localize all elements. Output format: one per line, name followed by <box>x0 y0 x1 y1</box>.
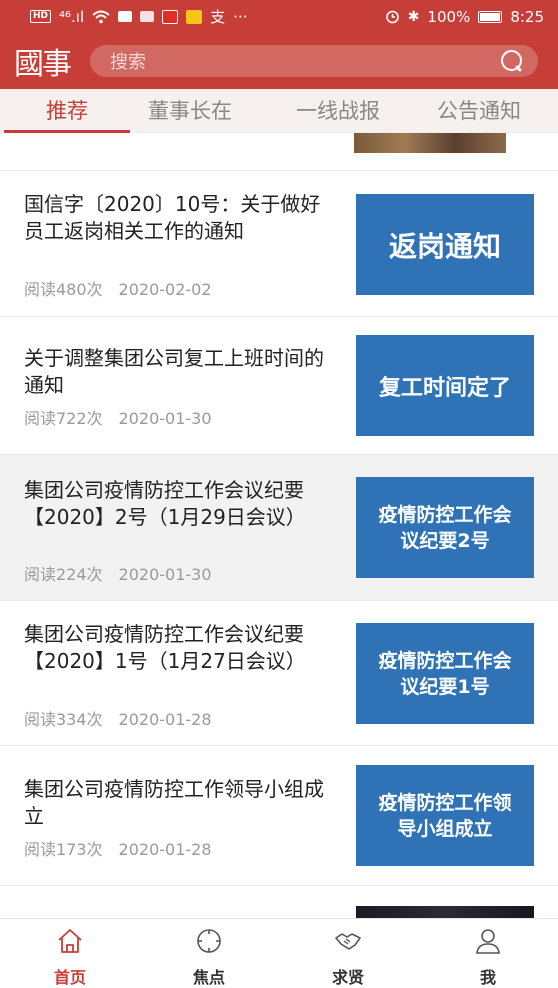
tab-recommend[interactable]: 推荐 <box>4 89 130 133</box>
app-logo: 國事 <box>14 47 72 82</box>
tab-announcements[interactable]: 公告通知 <box>437 89 521 133</box>
list-item[interactable]: 集团公司疫情防控工作领导小组成立 阅读173次 2020-01-28 疫情防控工作… <box>0 746 558 886</box>
alipay-icon: 支 <box>210 8 226 26</box>
article-meta: 阅读722次 2020-01-30 <box>24 405 212 429</box>
nav-label: 焦点 <box>192 968 225 987</box>
search-input[interactable]: 搜索 <box>110 48 146 74</box>
read-count: 阅读480次 <box>24 280 103 299</box>
article-meta: 阅读173次 2020-01-28 <box>24 836 212 860</box>
list-item[interactable]: 国信字〔2020〕10号：关于做好员工返岗相关工作的通知 阅读480次 2020-… <box>0 171 558 317</box>
publish-date: 2020-01-28 <box>118 710 212 729</box>
taobao-icon <box>140 11 155 22</box>
briefcase-icon <box>118 11 133 22</box>
publish-date: 2020-02-02 <box>118 280 212 299</box>
focus-icon <box>197 929 221 953</box>
read-count: 阅读224次 <box>24 565 103 584</box>
app-notification-icon <box>162 9 179 24</box>
nav-label: 首页 <box>53 968 86 987</box>
app-header: 國事 搜索 <box>0 33 558 89</box>
nav-focus[interactable]: 焦点 <box>169 919 249 987</box>
hd-icon: HD <box>30 10 52 23</box>
signal-indicator: ⁴⁶.ıl <box>59 7 85 26</box>
article-meta: 阅读480次 2020-02-02 <box>24 276 212 300</box>
publish-date: 2020-01-30 <box>118 565 212 584</box>
read-count: 阅读722次 <box>24 409 103 428</box>
search-icon[interactable] <box>500 49 524 73</box>
article-thumbnail <box>354 133 506 153</box>
article-title: 集团公司疫情防控工作领导小组成立 <box>24 777 324 828</box>
list-item[interactable]: 集团公司疫情防控工作会议纪要【2020】2号（1月29日会议） 阅读224次 20… <box>0 455 558 601</box>
read-count: 阅读334次 <box>24 710 103 729</box>
list-item-partial[interactable] <box>0 886 558 918</box>
article-title: 国信字〔2020〕10号：关于做好员工返岗相关工作的通知 <box>24 192 321 243</box>
list-item-partial[interactable] <box>0 133 558 171</box>
category-tabs: 推荐 董事长在 一线战报 公告通知 <box>0 89 558 133</box>
battery-percent: 100% <box>427 7 471 26</box>
article-meta: 阅读334次 2020-01-28 <box>24 706 212 730</box>
tab-frontline[interactable]: 一线战报 <box>296 89 380 133</box>
bluetooth-icon: ✱ <box>407 8 420 25</box>
article-thumbnail: 疫情防控工作领导小组成立 <box>356 765 534 866</box>
article-thumbnail: 返岗通知 <box>356 194 534 295</box>
handshake-icon <box>335 933 361 950</box>
article-thumbnail <box>356 906 534 918</box>
home-icon <box>58 929 82 953</box>
user-icon <box>476 929 500 954</box>
article-title: 关于调整集团公司复工上班时间的通知 <box>24 346 324 397</box>
tab-chairman[interactable]: 董事长在 <box>148 89 232 133</box>
mail-notification-icon <box>186 9 203 24</box>
battery-icon <box>478 10 503 23</box>
status-left: HD ⁴⁶.ıl 支 ··· <box>30 6 247 27</box>
alarm-icon <box>385 10 399 24</box>
nav-home[interactable]: 首页 <box>30 919 110 987</box>
nav-label: 求贤 <box>331 968 364 987</box>
nav-me[interactable]: 我 <box>448 919 528 987</box>
publish-date: 2020-01-28 <box>118 840 212 859</box>
nav-label: 我 <box>479 968 496 987</box>
article-list: 国信字〔2020〕10号：关于做好员工返岗相关工作的通知 阅读480次 2020-… <box>0 133 558 918</box>
list-item[interactable]: 关于调整集团公司复工上班时间的通知 阅读722次 2020-01-30 复工时间定… <box>0 317 558 455</box>
bottom-navigation: 首页 焦点 求贤 我 <box>0 918 558 987</box>
publish-date: 2020-01-30 <box>118 409 212 428</box>
clock: 8:25 <box>510 7 544 26</box>
article-thumbnail: 疫情防控工作会议纪要1号 <box>356 623 534 724</box>
nav-recruit[interactable]: 求贤 <box>308 919 388 987</box>
search-bar[interactable]: 搜索 <box>90 45 538 77</box>
article-title: 集团公司疫情防控工作会议纪要【2020】2号（1月29日会议） <box>24 478 306 529</box>
article-title: 集团公司疫情防控工作会议纪要【2020】1号（1月27日会议） <box>24 622 306 673</box>
article-thumbnail: 复工时间定了 <box>356 335 534 436</box>
read-count: 阅读173次 <box>24 840 103 859</box>
status-bar: HD ⁴⁶.ıl 支 ··· ✱ 100% 8:25 <box>0 0 558 33</box>
status-right: ✱ 100% 8:25 <box>385 8 544 26</box>
article-thumbnail: 疫情防控工作会议纪要2号 <box>356 477 534 578</box>
more-notifications-icon: ··· <box>233 7 248 26</box>
wifi-icon <box>92 10 110 23</box>
article-meta: 阅读224次 2020-01-30 <box>24 561 212 585</box>
list-item[interactable]: 集团公司疫情防控工作会议纪要【2020】1号（1月27日会议） 阅读334次 20… <box>0 601 558 746</box>
